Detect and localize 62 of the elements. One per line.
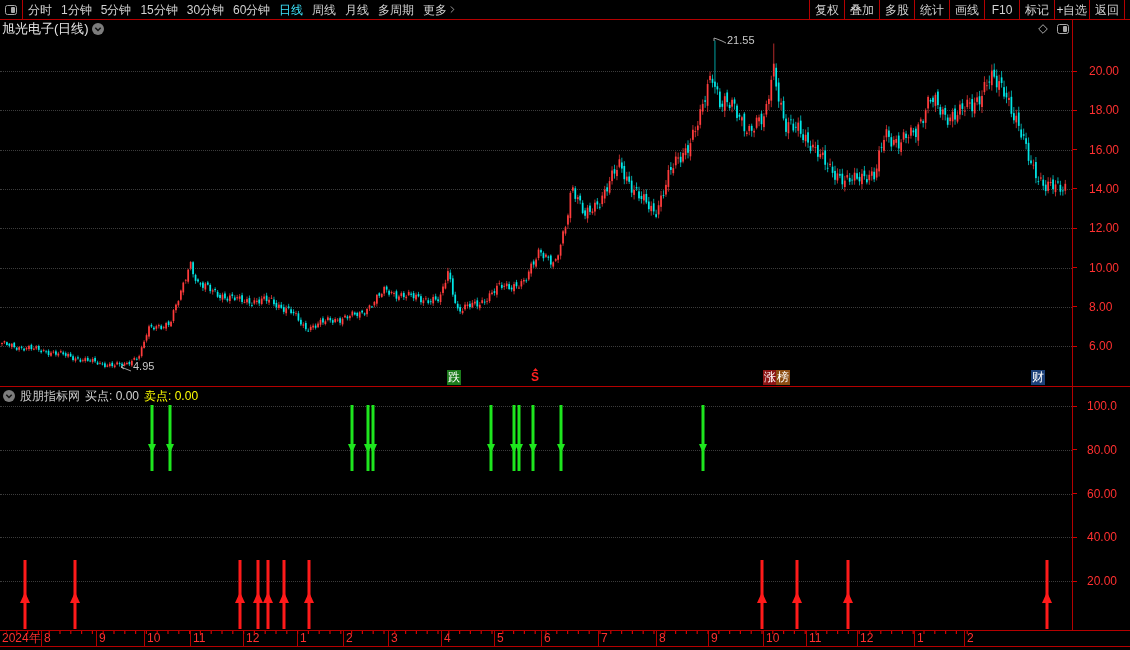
time-axis-label: 12 (857, 631, 874, 646)
time-axis-label: 11 (806, 631, 822, 646)
chevron-down-icon[interactable] (91, 22, 104, 35)
toolbar-button[interactable]: 复权 (809, 0, 844, 19)
period-tab[interactable]: 30分钟 (186, 1, 225, 18)
time-axis-label: 4 (441, 631, 451, 646)
diamond-icon[interactable] (1038, 23, 1048, 34)
price-axis-label: 6.00 (1089, 339, 1113, 354)
time-axis-label: 6 (541, 631, 551, 646)
toolbar-button[interactable]: 返回 (1089, 0, 1124, 19)
price-axis-label: 12.00 (1089, 221, 1120, 236)
period-tab[interactable]: 15分钟 (140, 1, 178, 18)
time-axis-label: 10 (763, 631, 780, 646)
toolbar-button[interactable]: 统计 (914, 0, 949, 19)
price-axis-label: 20.00 (1089, 64, 1120, 78)
period-tab[interactable]: 1分钟 (61, 1, 92, 18)
time-axis-label: 9 (708, 631, 718, 646)
price-axis-label: 10.00 (1089, 260, 1120, 275)
period-tab[interactable]: 日线 (279, 1, 304, 18)
indicator-axis-label: 40.00 (1087, 530, 1118, 545)
indicator-reading: 买点: 0.00 (85, 388, 140, 403)
indicator-axis-label: 20.00 (1087, 574, 1118, 588)
chevron-down-icon[interactable] (3, 389, 15, 402)
period-tab[interactable]: 月线 (345, 1, 370, 18)
time-axis-label: 11 (190, 631, 206, 646)
toolbar-button[interactable]: +自选 (1054, 0, 1089, 19)
time-axis-label: 3 (388, 631, 398, 646)
toolbar-button[interactable]: 标记 (1019, 0, 1054, 19)
indicator-axis-label: 80.00 (1087, 442, 1118, 457)
panel-icon (5, 4, 17, 15)
period-tab[interactable]: 分时 (28, 1, 52, 18)
more-button[interactable]: 更多 (423, 1, 459, 18)
price-axis-label: 8.00 (1089, 299, 1113, 314)
panel-icon (1057, 23, 1069, 34)
time-axis-label: 10 (144, 631, 161, 646)
price-axis-label: 18.00 (1089, 103, 1120, 118)
time-axis-label: 2 (343, 631, 353, 646)
time-axis-label: 7 (598, 631, 608, 646)
price-axis-label: 16.00 (1089, 142, 1120, 157)
toolbar-button[interactable]: F10 (984, 0, 1019, 19)
time-axis-label: 2 (964, 631, 974, 646)
time-axis-label: 5 (494, 631, 504, 646)
period-tab[interactable]: 5分钟 (100, 1, 132, 18)
period-tab[interactable]: 多周期 (378, 1, 415, 18)
indicator-axis-label: 60.00 (1087, 486, 1118, 501)
period-tab[interactable]: 60分钟 (233, 1, 271, 18)
indicator-axis-label: 100.0 (1087, 399, 1118, 413)
indicator-name: 股朋指标网 (20, 388, 80, 403)
time-axis-label: 12 (243, 631, 260, 646)
time-axis-label: 8 (41, 631, 51, 646)
period-tab[interactable]: 周线 (312, 1, 337, 18)
toolbar-button[interactable]: 画线 (949, 0, 984, 19)
price-axis-label: 14.00 (1089, 181, 1120, 196)
time-axis-label: 9 (96, 631, 106, 646)
time-axis-label: 1 (914, 631, 924, 646)
time-axis-label: 8 (656, 631, 666, 646)
toolbar-button[interactable]: 多股 (879, 0, 914, 19)
toolbar-button[interactable]: 叠加 (844, 0, 879, 19)
time-axis-label: 2024年 (1, 631, 41, 646)
chart-title: 旭光电子(日线) (2, 20, 89, 37)
time-axis-label: 1 (297, 631, 307, 646)
indicator-reading: 卖点: 0.00 (144, 388, 199, 403)
